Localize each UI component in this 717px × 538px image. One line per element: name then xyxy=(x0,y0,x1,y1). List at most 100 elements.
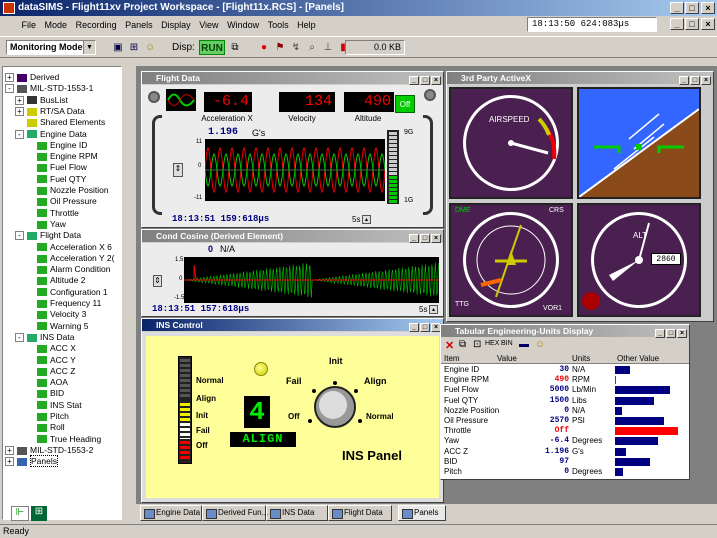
face-icon[interactable]: ☺ xyxy=(535,339,545,350)
tree-node[interactable]: Nozzle Position xyxy=(37,185,109,196)
tree-node[interactable]: Alarm Condition xyxy=(37,264,110,275)
tree-node[interactable]: AOA xyxy=(37,377,68,388)
tree-node[interactable]: Configuration 1 xyxy=(37,287,108,298)
tree-node[interactable]: Derived xyxy=(17,72,59,83)
eu-display-titlebar[interactable]: Tabular Engineering-Units Display _ □ × xyxy=(441,325,689,338)
table-row[interactable]: Fuel Flow 5000 Lb/Min xyxy=(441,385,689,395)
tree-node[interactable]: Roll xyxy=(37,422,65,433)
tree-node[interactable]: Frequency 11 xyxy=(37,298,101,309)
col-item[interactable]: Item xyxy=(444,354,460,364)
menu-view[interactable]: View xyxy=(196,20,221,30)
ins-rotary-knob[interactable] xyxy=(306,381,364,433)
tree-node[interactable]: Warning 5 xyxy=(37,321,88,332)
knob-icon[interactable] xyxy=(424,89,436,101)
flag-icon[interactable]: ⚑ xyxy=(273,41,287,54)
menu-window[interactable]: Window xyxy=(224,20,262,30)
minimize-button[interactable]: _ xyxy=(409,234,419,243)
close-button[interactable]: × xyxy=(431,234,441,243)
minimize-button[interactable]: _ xyxy=(655,329,665,338)
table-row[interactable]: Nozzle Position 0 N/A xyxy=(441,406,689,416)
cond-strip-chart[interactable] xyxy=(184,257,439,303)
menu-mode[interactable]: Mode xyxy=(42,20,71,30)
tree-node[interactable]: ACC Y xyxy=(37,355,76,366)
doc-minimize-button[interactable]: _ xyxy=(670,18,684,30)
scroll-arrows-icon[interactable]: ⇕ xyxy=(153,275,162,287)
tree-node[interactable]: INS Data xyxy=(27,332,75,343)
tab-flight-data[interactable]: Flight Data xyxy=(328,505,392,521)
tree-node[interactable]: BID xyxy=(37,388,64,399)
record-icon[interactable]: ● xyxy=(257,41,271,54)
tree-node[interactable]: Yaw xyxy=(37,219,66,230)
table-row[interactable]: BID 97 xyxy=(441,457,689,467)
tree-node[interactable]: ACC Z xyxy=(37,366,76,377)
table-row[interactable]: Pitch 0 Degrees xyxy=(441,467,689,477)
table-row[interactable]: Engine RPM 490 RPM xyxy=(441,375,689,385)
expand-icon[interactable]: + xyxy=(5,445,14,455)
search-icon[interactable]: ⌕ xyxy=(305,41,319,54)
table-row[interactable]: Oil Pressure 2570 PSI xyxy=(441,416,689,426)
close-button[interactable]: × xyxy=(677,329,687,338)
maximize-button[interactable]: □ xyxy=(685,2,699,14)
bin-button[interactable]: BIN xyxy=(501,340,513,347)
expand-icon[interactable]: + xyxy=(15,106,24,116)
menu-display[interactable]: Display xyxy=(158,20,194,30)
tree-view-icon[interactable]: ⊩ xyxy=(11,506,29,521)
tree-node[interactable]: Engine ID xyxy=(37,140,87,151)
minimize-button[interactable]: _ xyxy=(670,2,684,14)
expand-icon[interactable]: + xyxy=(15,95,24,105)
tree-node[interactable]: INS Stat xyxy=(37,400,82,411)
tab-panels[interactable]: Panels xyxy=(398,505,446,521)
maximize-button[interactable]: □ xyxy=(420,234,430,243)
tree-node[interactable]: True Heading xyxy=(37,434,101,445)
expand-icon[interactable]: + xyxy=(5,73,14,82)
tree-node[interactable]: Pitch xyxy=(37,411,69,422)
menu-tools[interactable]: Tools xyxy=(265,20,292,30)
col-other[interactable]: Other Value xyxy=(617,354,659,364)
close-button[interactable]: × xyxy=(431,76,441,85)
ins-control-titlebar[interactable]: INS Control _ □ × xyxy=(142,319,443,332)
hex-button[interactable]: HEX xyxy=(485,340,499,347)
span-stepper[interactable]: ▴ xyxy=(429,305,438,314)
tree-node[interactable]: Throttle xyxy=(37,208,79,219)
tab-engine-data[interactable]: Engine Data xyxy=(140,505,202,521)
bar-icon[interactable]: ▬ xyxy=(519,339,529,350)
close-button[interactable]: × xyxy=(701,76,711,85)
collapse-icon[interactable]: - xyxy=(15,129,24,139)
tree-node[interactable]: Fuel QTY xyxy=(37,174,86,185)
tree-node[interactable]: MIL-STD-1553-1 xyxy=(17,83,93,94)
maximize-button[interactable]: □ xyxy=(420,323,430,332)
mode-select[interactable]: Monitoring Mode ▼ xyxy=(6,40,96,55)
tree-node[interactable]: Oil Pressure xyxy=(37,196,97,207)
tree-node[interactable]: Altitude 2 xyxy=(37,275,85,286)
cond-cosine-titlebar[interactable]: Cond Cosine (Derived Element) _ □ × xyxy=(142,230,443,243)
doc-close-button[interactable]: × xyxy=(701,18,715,30)
menu-recording[interactable]: Recording xyxy=(73,20,120,30)
window-icon[interactable]: ⧉ xyxy=(228,41,242,54)
delete-icon[interactable]: ✕ xyxy=(445,339,454,352)
minimize-button[interactable]: _ xyxy=(679,76,689,85)
network-icon[interactable]: ⊞ xyxy=(127,41,141,54)
col-units[interactable]: Units xyxy=(572,354,590,364)
span-stepper[interactable]: ▴ xyxy=(362,215,371,224)
table-row[interactable]: Yaw -6.4 Degrees xyxy=(441,436,689,446)
menu-help[interactable]: Help xyxy=(294,20,319,30)
tree-node[interactable]: Flight Data xyxy=(27,230,81,241)
maximize-button[interactable]: □ xyxy=(420,76,430,85)
collapse-icon[interactable]: - xyxy=(15,231,24,241)
tree-node[interactable]: BusList xyxy=(27,95,68,106)
menu-file[interactable]: File xyxy=(19,20,40,30)
tab-ins-data[interactable]: INS Data xyxy=(266,505,328,521)
maximize-button[interactable]: □ xyxy=(666,329,676,338)
strip-chart[interactable] xyxy=(205,139,385,201)
tree-node[interactable]: Engine Data xyxy=(27,129,87,140)
tree-node[interactable]: Engine RPM xyxy=(37,151,98,162)
scroll-arrows-icon[interactable]: ⇕ xyxy=(173,163,183,177)
table-row[interactable]: Engine ID 30 N/A xyxy=(441,365,689,375)
off-indicator[interactable]: Off xyxy=(395,95,415,113)
face-icon[interactable]: ☺ xyxy=(143,41,157,54)
flight-data-titlebar[interactable]: Flight Data _ □ × xyxy=(142,72,443,85)
tree-node[interactable]: Panels xyxy=(17,455,58,468)
col-value[interactable]: Value xyxy=(497,354,517,364)
menu-panels[interactable]: Panels xyxy=(122,20,156,30)
table-row[interactable]: Throttle Off xyxy=(441,426,689,436)
